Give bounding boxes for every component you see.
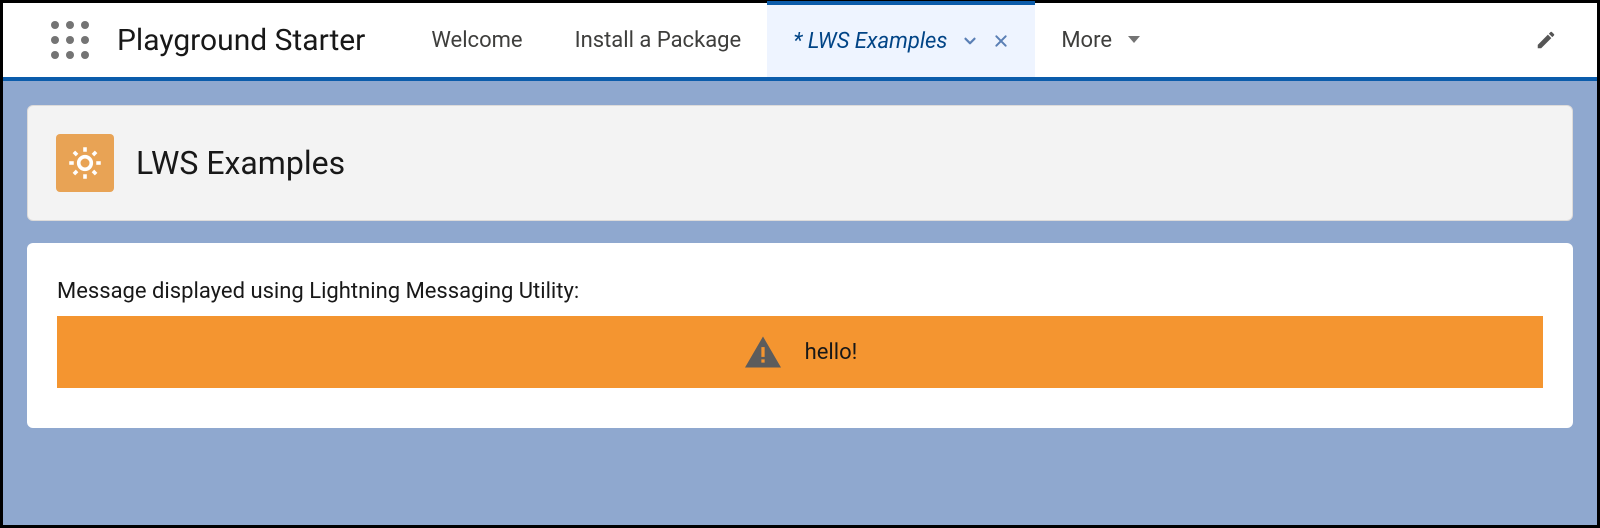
page-icon (56, 134, 114, 192)
tab-label: LWS Examples (793, 29, 947, 54)
content-card: Message displayed using Lightning Messag… (27, 243, 1573, 428)
page-body: LWS Examples Message displayed using Lig… (3, 81, 1597, 525)
nav-tabs: Welcome Install a Package LWS Examples M… (405, 3, 1168, 77)
alert-banner: hello! (57, 316, 1543, 388)
warning-icon (743, 334, 783, 370)
caret-down-icon (1126, 34, 1142, 46)
tab-label: Welcome (431, 28, 522, 53)
close-icon[interactable] (993, 33, 1009, 49)
tab-install-package[interactable]: Install a Package (549, 3, 768, 77)
edit-page-button[interactable] (1515, 19, 1577, 61)
page-title: LWS Examples (136, 144, 345, 182)
tab-lws-examples[interactable]: LWS Examples (767, 1, 1035, 77)
app-launcher-icon[interactable] (13, 1, 117, 79)
app-name: Playground Starter (117, 23, 405, 58)
tab-welcome[interactable]: Welcome (405, 3, 548, 77)
more-label: More (1061, 28, 1112, 53)
page-header: LWS Examples (27, 105, 1573, 221)
gear-icon (67, 145, 103, 181)
global-nav: Playground Starter Welcome Install a Pac… (3, 3, 1597, 81)
pencil-icon (1535, 29, 1557, 51)
tab-more[interactable]: More (1035, 3, 1168, 77)
message-intro: Message displayed using Lightning Messag… (57, 279, 1543, 304)
alert-text: hello! (805, 340, 858, 365)
tab-label: Install a Package (575, 28, 742, 53)
chevron-down-icon[interactable] (961, 32, 979, 50)
